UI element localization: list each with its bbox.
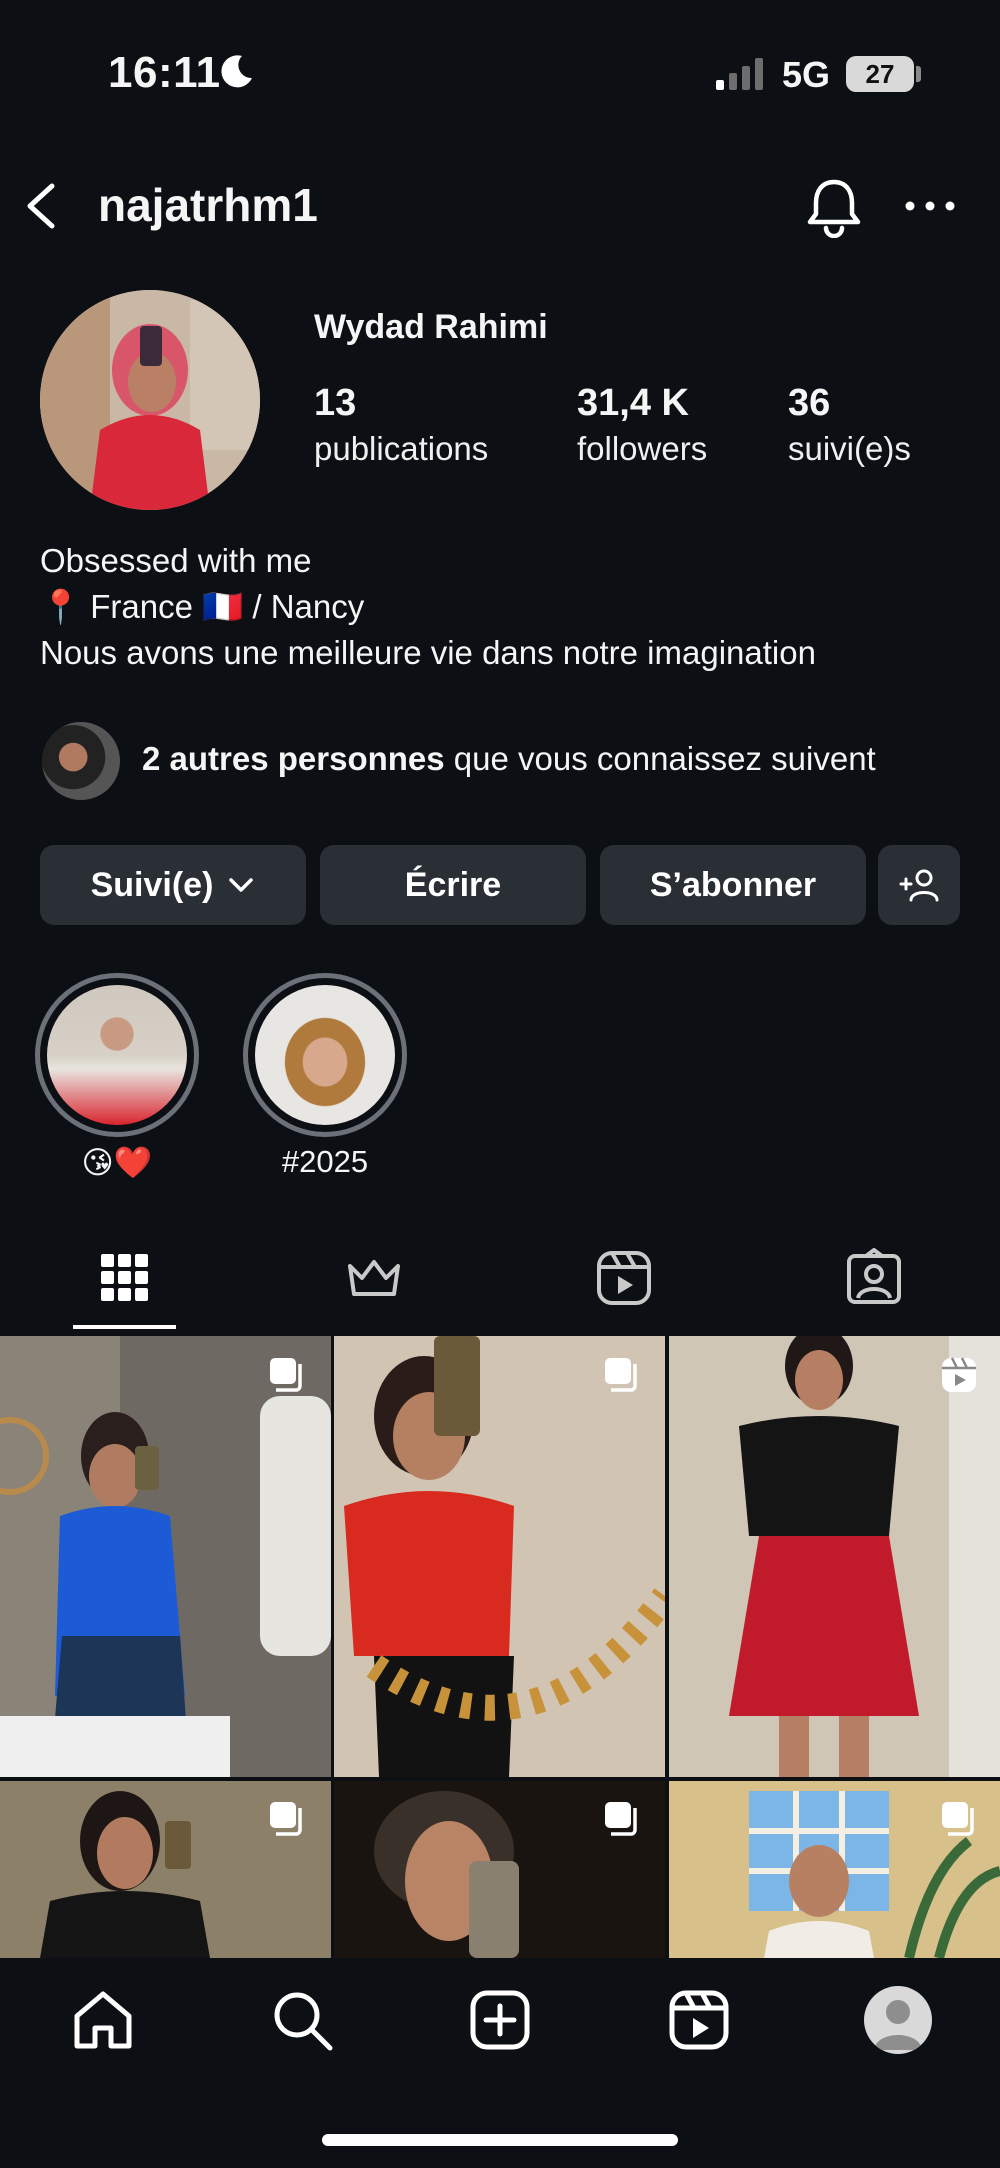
grid-post[interactable] [334,1336,665,1777]
avatar-photo [40,290,260,510]
grid-post[interactable] [0,1336,331,1777]
stat-following-count[interactable]: 36 [788,382,830,425]
carousel-icon [605,1358,637,1392]
bio-line: 📍 France 🇫🇷 / Nancy [40,588,365,625]
default-avatar-icon [874,2000,922,2050]
grid-post[interactable] [669,1336,1000,1777]
active-tab-indicator [73,1325,176,1329]
highlight-label: 😘❤️ [81,1145,153,1180]
signal-icon [716,58,763,90]
moon-icon [221,55,252,88]
home-icon[interactable] [71,1988,135,2052]
back-arrow-icon[interactable] [18,180,62,232]
status-time: 16:11 [108,48,221,97]
crown-icon[interactable] [344,1248,404,1308]
carousel-icon [605,1802,637,1836]
more-options-icon[interactable] [900,196,960,216]
subscribe-button[interactable]: S’abonner [600,845,866,925]
highlight-label: #2025 [281,1144,369,1179]
following-button[interactable]: Suivi(e) [40,845,306,925]
stat-posts-label[interactable]: publications [314,430,488,468]
profile-avatar[interactable] [40,290,260,510]
reels-nav-icon[interactable] [667,1988,731,2052]
mutual-rest: que vous connaissez suivent [444,740,876,777]
highlight-cover [255,985,395,1125]
highlight-2[interactable] [243,973,407,1137]
profile-avatar-nav[interactable] [864,1986,932,2054]
bio-line: Nous avons une meilleure vie dans notre … [40,634,816,671]
home-indicator [322,2134,678,2146]
post-thumbnail [669,1336,1000,1777]
display-name: Wydad Rahimi [314,308,548,346]
stat-followers-label[interactable]: followers [577,430,707,468]
battery-nub [916,66,921,82]
bell-icon[interactable] [804,176,864,238]
following-label: Suivi(e) [90,865,214,904]
bio-line: Obsessed with me [40,542,312,579]
mutual-followers-text[interactable]: 2 autres personnes que vous connaissez s… [142,740,876,778]
message-label: Écrire [404,865,502,904]
post-thumbnail [0,1336,331,1777]
carousel-icon [942,1802,974,1836]
add-person-icon [899,869,939,902]
tagged-icon[interactable] [844,1248,904,1308]
carousel-icon [270,1802,302,1836]
grid-icon[interactable] [95,1248,155,1308]
network-type: 5G [782,54,831,95]
carousel-icon [270,1358,302,1392]
subscribe-label: S’abonner [649,865,817,904]
create-icon[interactable] [468,1988,532,2052]
mutual-count: 2 autres personnes [142,740,445,777]
battery-indicator: 27 [846,56,914,92]
suggest-people-button[interactable] [878,845,960,925]
reel-icon [942,1357,976,1392]
stat-followers-count[interactable]: 31,4 K [577,382,689,425]
post-thumbnail [334,1336,665,1777]
stat-posts-count[interactable]: 13 [314,382,356,425]
reels-icon[interactable] [594,1248,654,1308]
message-button[interactable]: Écrire [320,845,586,925]
mutual-follower-avatar[interactable] [40,720,122,802]
highlight-1[interactable] [35,973,199,1137]
chevron-down-icon [229,878,254,892]
profile-username: najatrhm1 [98,179,318,231]
search-icon[interactable] [270,1988,334,2052]
stat-following-label[interactable]: suivi(e)s [788,430,911,468]
highlight-cover [47,985,187,1125]
